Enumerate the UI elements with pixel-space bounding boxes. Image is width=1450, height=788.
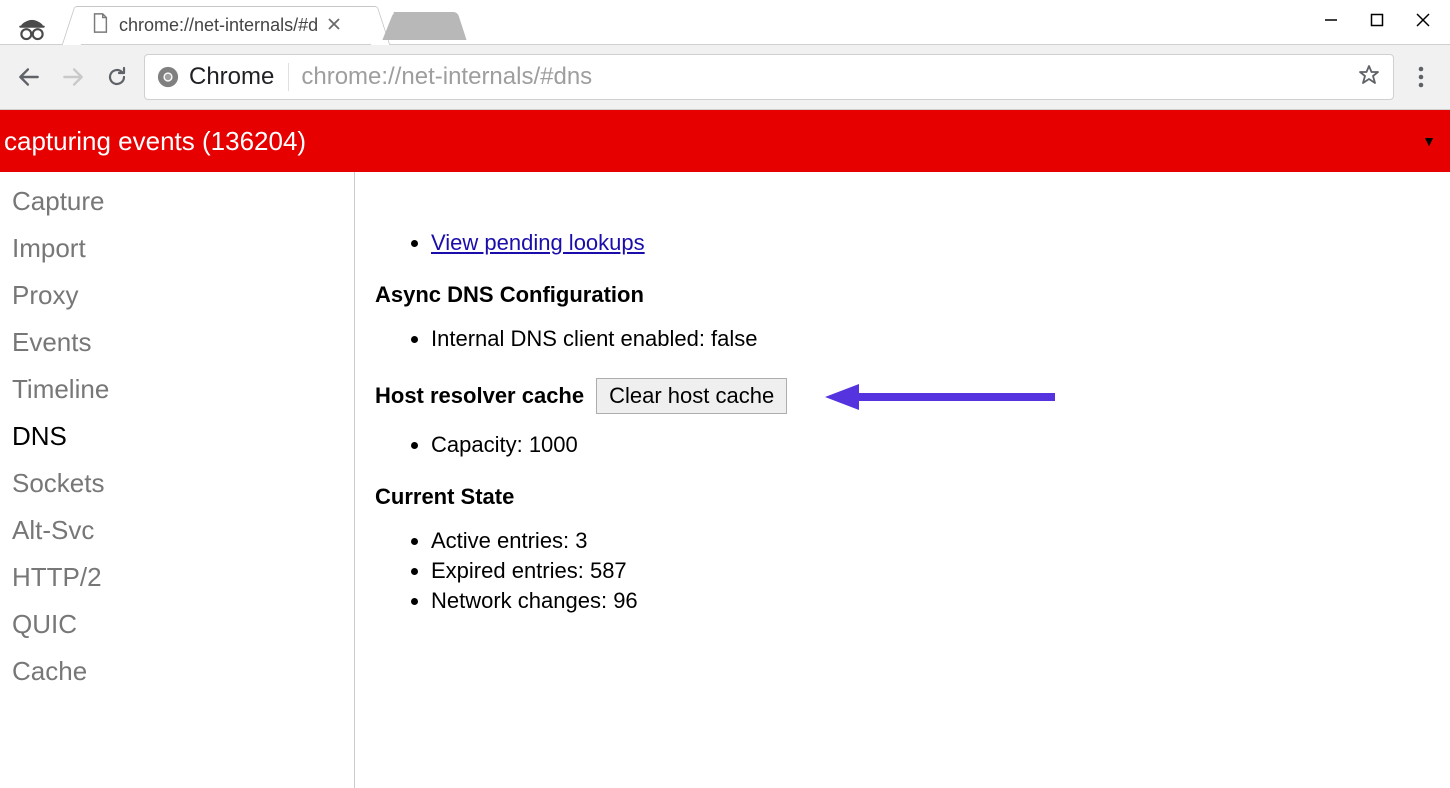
async-dns-item: Internal DNS client enabled: false	[431, 326, 1430, 352]
sidebar-item-import[interactable]: Import	[12, 225, 354, 272]
tab-title: chrome://net-internals/#d	[119, 15, 318, 36]
reload-button[interactable]	[100, 60, 134, 94]
sidebar-item-proxy[interactable]: Proxy	[12, 272, 354, 319]
view-pending-lookups-link[interactable]: View pending lookups	[431, 230, 645, 255]
annotation-arrow-icon	[825, 384, 1055, 408]
forward-button[interactable]	[56, 60, 90, 94]
tab-close-icon[interactable]	[328, 17, 340, 35]
bookmark-star-icon[interactable]	[1357, 63, 1381, 92]
async-dns-header: Async DNS Configuration	[375, 282, 644, 307]
sidebar-item-timeline[interactable]: Timeline	[12, 366, 354, 413]
page-icon	[91, 13, 109, 38]
state-active-entries: Active entries: 3	[431, 528, 1430, 554]
address-bar[interactable]: Chrome chrome://net-internals/#dns	[144, 54, 1394, 100]
capture-status-banner[interactable]: capturing events (136204) ▼	[0, 110, 1450, 172]
new-tab-button[interactable]	[393, 12, 466, 40]
origin-chip: Chrome	[157, 63, 289, 91]
current-state-header: Current State	[375, 484, 514, 509]
tab-strip: chrome://net-internals/#d	[0, 0, 1450, 44]
sidebar-item-dns[interactable]: DNS	[12, 413, 354, 460]
browser-toolbar: Chrome chrome://net-internals/#dns	[0, 44, 1450, 110]
sidebar-item-alt-svc[interactable]: Alt-Svc	[12, 507, 354, 554]
browser-tab-active[interactable]: chrome://net-internals/#d	[76, 6, 376, 44]
main-area: CaptureImportProxyEventsTimelineDNSSocke…	[0, 172, 1450, 788]
origin-chip-label: Chrome	[189, 63, 274, 91]
banner-collapse-icon[interactable]: ▼	[1422, 133, 1436, 149]
state-expired-entries: Expired entries: 587	[431, 558, 1430, 584]
clear-host-cache-button[interactable]: Clear host cache	[596, 378, 787, 414]
sidebar-item-quic[interactable]: QUIC	[12, 601, 354, 648]
url-text: chrome://net-internals/#dns	[301, 63, 1345, 91]
sidebar-item-http-2[interactable]: HTTP/2	[12, 554, 354, 601]
incognito-icon	[12, 10, 52, 44]
sidebar-item-cache[interactable]: Cache	[12, 648, 354, 695]
state-network-changes: Network changes: 96	[431, 588, 1430, 614]
capture-status-text: capturing events (136204)	[4, 126, 306, 157]
host-resolver-cache-header: Host resolver cache	[375, 383, 584, 409]
content-pane[interactable]: View pending lookups Async DNS Configura…	[355, 172, 1450, 788]
chrome-favicon-icon	[157, 66, 179, 88]
back-button[interactable]	[12, 60, 46, 94]
sidebar-item-sockets[interactable]: Sockets	[12, 460, 354, 507]
capacity-line: Capacity: 1000	[431, 432, 1430, 458]
browser-menu-button[interactable]	[1404, 65, 1438, 89]
sidebar[interactable]: CaptureImportProxyEventsTimelineDNSSocke…	[0, 172, 354, 788]
sidebar-item-events[interactable]: Events	[12, 319, 354, 366]
sidebar-item-capture[interactable]: Capture	[12, 178, 354, 225]
